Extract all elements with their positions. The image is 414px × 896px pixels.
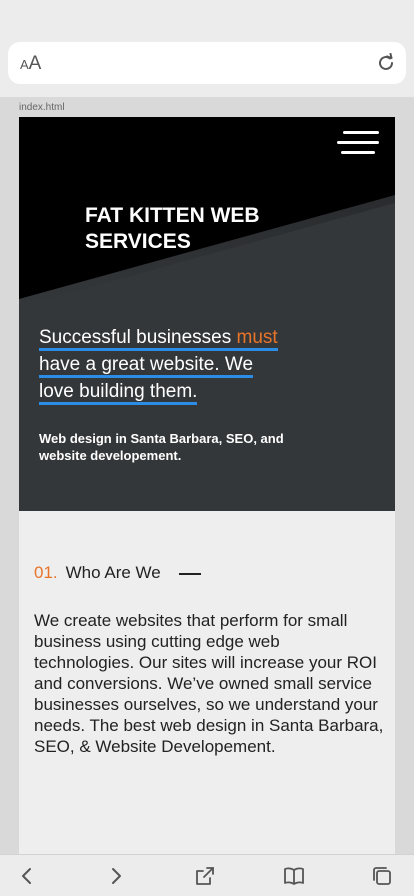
tagline-line-3: love building them. (39, 381, 198, 405)
text-size-small-label: A (20, 57, 29, 72)
tagline-line-2: have a great website. We (39, 354, 254, 378)
heading-dash (178, 572, 201, 575)
hero-section: FAT KITTEN WEB SERVICES Successful busin… (19, 117, 395, 511)
web-page-viewport: index.html FAT KITTEN WEB SERVICES Succe… (10, 97, 404, 854)
share-icon[interactable] (193, 864, 217, 888)
back-icon[interactable] (15, 864, 39, 888)
brand-title: FAT KITTEN WEB SERVICES (85, 204, 260, 253)
section-title: Who Are We (65, 563, 161, 582)
forward-icon[interactable] (104, 864, 128, 888)
reload-icon[interactable] (376, 53, 396, 73)
browser-top-bar: AA (0, 0, 414, 97)
bookmarks-icon[interactable] (282, 864, 306, 888)
section-number: 01. (34, 563, 58, 582)
text-size-button[interactable]: AA (20, 53, 41, 75)
tagline-accent-word: must (236, 327, 278, 348)
about-paragraph: We create websites that perform for smal… (34, 611, 384, 756)
hero-subtitle: Web design in Santa Barbara, SEO, and we… (39, 431, 284, 463)
section-heading: 01. Who Are We (34, 563, 201, 583)
address-bar[interactable]: AA (8, 42, 406, 84)
hero-tagline: Successful businesses must have a great … (39, 327, 309, 408)
hamburger-menu-icon[interactable] (337, 131, 379, 155)
file-name-label: index.html (19, 102, 65, 113)
browser-bottom-toolbar (0, 854, 414, 896)
tagline-text: Successful businesses (39, 327, 237, 348)
tagline-line-1: Successful businesses must (39, 327, 278, 351)
tabs-icon[interactable] (370, 864, 394, 888)
text-size-large-label: A (28, 53, 42, 74)
page-content: FAT KITTEN WEB SERVICES Successful busin… (19, 117, 395, 854)
